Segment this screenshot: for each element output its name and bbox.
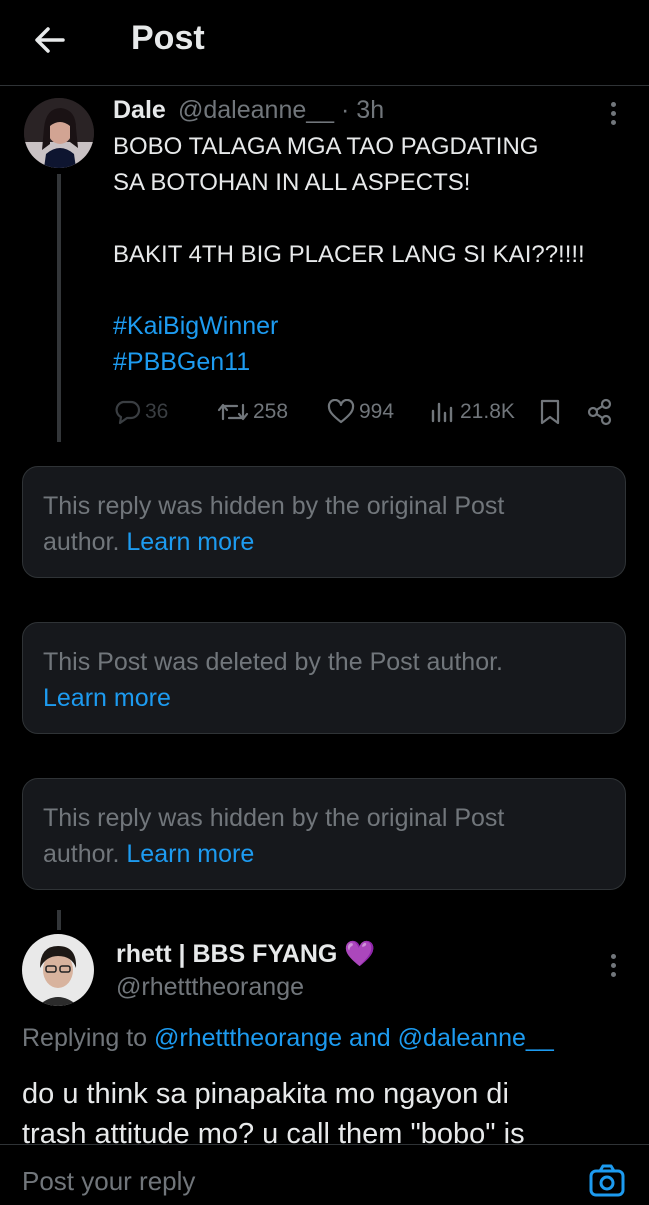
like-count: 994	[359, 400, 395, 423]
bookmark-icon	[540, 399, 560, 425]
notice-text: This reply was hidden by the original Po…	[43, 492, 505, 520]
views-action[interactable]: 21.8K	[430, 397, 515, 427]
purple-heart-emoji: 💜	[344, 940, 376, 968]
replying-to-line: Replying to @rhetttheorange and @daleann…	[22, 1024, 554, 1053]
notice-text: This Post was deleted by the Post author…	[43, 648, 503, 676]
thread-connector-line	[57, 910, 61, 930]
bookmark-action[interactable]	[538, 397, 562, 427]
repost-action[interactable]: 258	[217, 397, 288, 427]
learn-more-link[interactable]: Learn more	[126, 840, 254, 868]
more-dot	[610, 120, 616, 125]
reply-bubble-icon	[115, 400, 141, 425]
reply-author-handle[interactable]: @rhetttheorange	[116, 973, 304, 1002]
mention-link[interactable]: @daleanne__	[398, 1024, 554, 1052]
repost-count: 258	[253, 400, 289, 423]
post-text-line: BOBO TALAGA MGA TAO PAGDATING	[113, 133, 539, 160]
reply-more-options-button[interactable]	[603, 950, 623, 980]
reply-author-name-text: rhett | BBS FYANG	[116, 940, 338, 968]
learn-more-link[interactable]: Learn more	[43, 680, 171, 716]
post-more-options-button[interactable]	[603, 98, 623, 128]
author-name[interactable]: Dale	[113, 96, 166, 125]
back-button[interactable]	[30, 20, 70, 60]
notice-text-continued: author.	[43, 528, 120, 556]
repost-icon	[217, 403, 249, 421]
reply-text-line: do u think sa pinapakita mo ngayon di	[22, 1078, 509, 1110]
author-avatar-dale[interactable]	[24, 98, 94, 168]
like-action[interactable]: 994	[327, 397, 394, 427]
post-text-line: SA BOTOHAN IN ALL ASPECTS!	[113, 169, 471, 196]
camera-icon	[589, 1164, 625, 1197]
bar-chart-icon	[431, 402, 453, 423]
heart-icon	[327, 399, 355, 424]
camera-button[interactable]	[588, 1162, 626, 1200]
and-word: and	[349, 1024, 391, 1052]
more-dot	[610, 111, 616, 116]
reply-author-name[interactable]: rhett | BBS FYANG 💜	[116, 940, 375, 969]
learn-more-link[interactable]: Learn more	[126, 528, 254, 556]
page-title: Post	[131, 19, 205, 57]
reply-count: 36	[145, 400, 169, 423]
hashtag-link[interactable]: #PBBGen11	[113, 348, 250, 377]
thread-connector-line	[57, 174, 61, 442]
post-text-line: BAKIT 4TH BIG PLACER LANG SI KAI??!!!!	[113, 241, 585, 268]
mention-link[interactable]: @rhetttheorange	[154, 1024, 342, 1052]
more-dot	[610, 972, 616, 977]
hidden-reply-notice: This reply was hidden by the original Po…	[22, 466, 626, 578]
notice-text-continued: author.	[43, 840, 120, 868]
author-handle-time[interactable]: @daleanne__ · 3h	[178, 96, 384, 125]
share-action[interactable]	[586, 397, 614, 427]
hidden-reply-notice: This reply was hidden by the original Po…	[22, 778, 626, 890]
notice-text: This reply was hidden by the original Po…	[43, 804, 505, 832]
deleted-post-notice: This Post was deleted by the Post author…	[22, 622, 626, 734]
reply-action[interactable]: 36	[113, 397, 168, 427]
share-icon	[587, 398, 612, 426]
notice-text-line2: author. Learn more	[43, 836, 254, 872]
more-dot	[610, 102, 616, 107]
hashtag-link[interactable]: #KaiBigWinner	[113, 312, 278, 341]
more-dot	[610, 963, 616, 968]
arrow-left-icon	[35, 27, 65, 53]
reply-author-avatar[interactable]	[22, 934, 94, 1006]
more-dot	[610, 954, 616, 959]
notice-text-line2: author. Learn more	[43, 524, 254, 560]
top-app-bar: Post	[0, 0, 649, 86]
reply-input[interactable]: Post your reply	[22, 1166, 195, 1197]
views-count: 21.8K	[460, 400, 515, 423]
replying-to-label: Replying to	[22, 1024, 148, 1052]
